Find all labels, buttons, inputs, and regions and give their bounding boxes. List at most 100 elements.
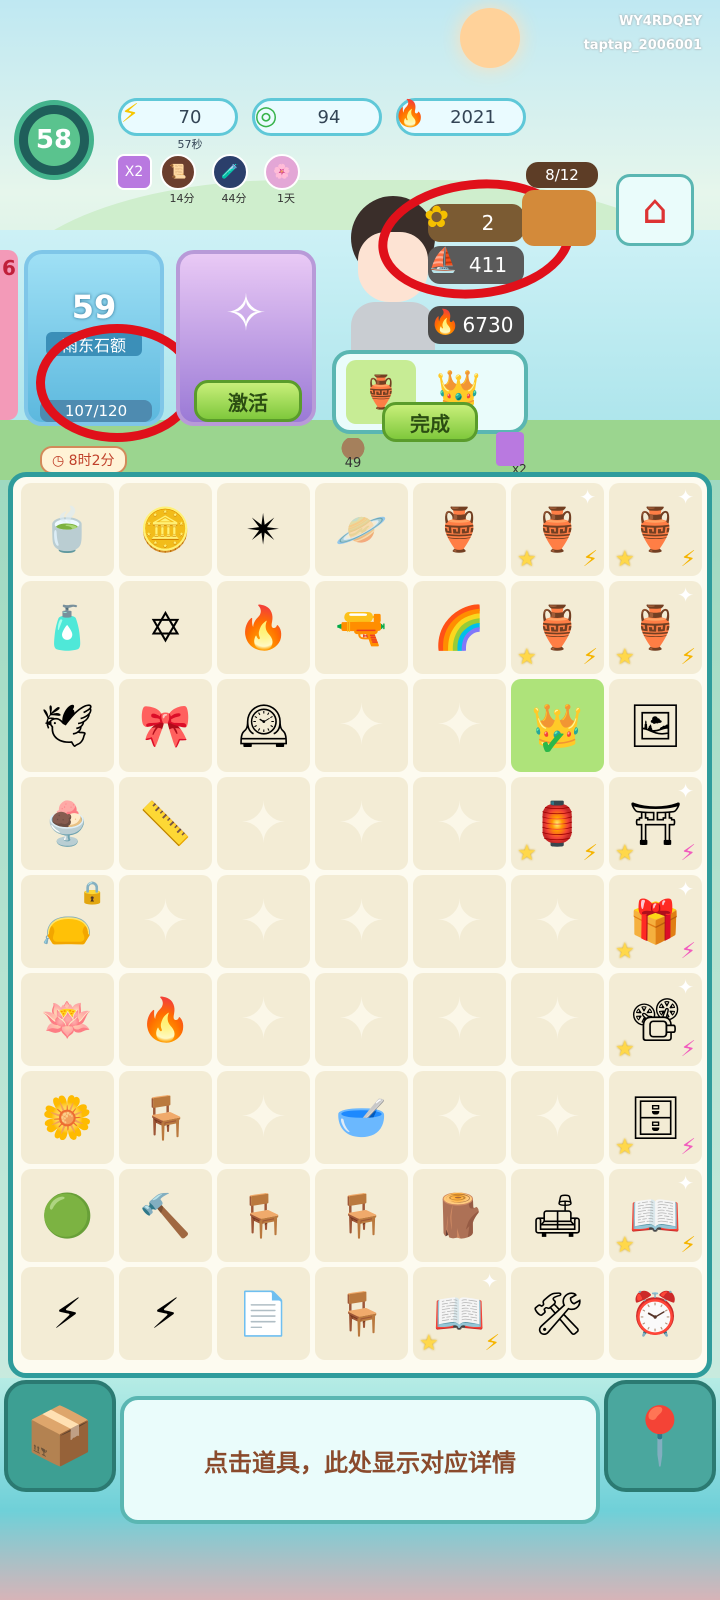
board-cell[interactable]: 🪑 [119, 1071, 212, 1164]
empty-board-cell[interactable] [119, 875, 212, 968]
bagua-clock-icon: 🕰 [236, 700, 291, 750]
empty-board-cell[interactable] [413, 679, 506, 772]
board-cell[interactable]: 🟢 [21, 1169, 114, 1262]
item-info-text: 点击道具，此处显示对应详情 [204, 1448, 516, 1477]
board-cell[interactable]: 🔫 [315, 581, 408, 674]
board-cell[interactable]: ⚡ [21, 1267, 114, 1360]
empty-board-cell[interactable] [413, 973, 506, 1066]
board-cell[interactable]: 🏺 ★ ⚡ [511, 581, 604, 674]
board-cell[interactable]: 🥣 [315, 1071, 408, 1164]
boost-2[interactable]: 🧪 44分 [212, 154, 256, 206]
board-cell[interactable]: 🌼 [21, 1071, 114, 1164]
board-cell[interactable]: 📽 ★ ⚡ ✦ [609, 973, 702, 1066]
empty-board-cell[interactable] [315, 679, 408, 772]
board-cell[interactable]: 📖 ★ ⚡ ✦ [413, 1267, 506, 1360]
spark-badge-icon: ✦ [677, 583, 694, 607]
board-cell[interactable]: 🛠 [511, 1267, 604, 1360]
boost-3[interactable]: 🌸 1天 [264, 154, 308, 206]
board-cell[interactable]: ⛩ ★ ⚡ ✦ [609, 777, 702, 870]
board-cell[interactable]: 🪙 [119, 483, 212, 576]
empty-board-cell[interactable] [315, 973, 408, 1066]
side-card-edge[interactable]: 6 [0, 250, 18, 420]
energy-resource[interactable]: 70 57秒 ⚡ [118, 98, 238, 152]
board-cell[interactable]: 🖼 [609, 679, 702, 772]
empty-board-cell[interactable] [315, 875, 408, 968]
flame-resource[interactable]: 2021 🔥 [394, 98, 526, 136]
porcelain-jar-wine-icon: 🏺 [531, 602, 584, 652]
calendar-card-icon[interactable] [496, 432, 524, 466]
board-cell[interactable]: 🍨 [21, 777, 114, 870]
empty-board-cell[interactable] [413, 1071, 506, 1164]
cardboard-box-icon: 📦 [25, 1404, 95, 1469]
empty-board-cell[interactable] [217, 777, 310, 870]
bolt-badge-icon: ⚡ [582, 645, 598, 670]
spark-badge-icon: ✦ [677, 975, 694, 999]
shop-stall-icon[interactable]: ⌂ [616, 174, 694, 246]
board-cell[interactable]: 🍵 [21, 483, 114, 576]
energy-bolts-icon: ⚡ [52, 1289, 83, 1338]
board-cell[interactable]: ✡ [119, 581, 212, 674]
board-cell[interactable]: 🪑 [315, 1169, 408, 1262]
crystal-planet-icon: 🪐 [335, 504, 388, 554]
empty-board-cell[interactable] [217, 875, 310, 968]
locked-card[interactable]: ✧ 激活 [176, 250, 316, 426]
boost-1[interactable]: 📜 14分 [160, 154, 204, 206]
board-cell[interactable]: 🪐 [315, 483, 408, 576]
board-cell[interactable]: 📄 [217, 1267, 310, 1360]
star-badge-icon: ★ [517, 547, 537, 572]
board-cell[interactable]: 📏 [119, 777, 212, 870]
board-cell[interactable]: 👑 ✔ [511, 679, 604, 772]
board-cell[interactable]: 🔨 [119, 1169, 212, 1262]
board-cell[interactable]: 🕰 [217, 679, 310, 772]
jade-coin-icon: ◎ [254, 101, 278, 131]
board-cell[interactable]: 🏺 ★ ⚡ ✦ [511, 483, 604, 576]
potion-bottle-icon: 🧴 [41, 602, 94, 652]
empty-board-cell[interactable] [217, 973, 310, 1066]
board-cell[interactable]: 🏺 ★ ⚡ ✦ [609, 581, 702, 674]
empty-board-cell[interactable] [511, 1071, 604, 1164]
board-cell[interactable]: 🏺 [413, 483, 506, 576]
board-cell[interactable]: ⚡ [119, 1267, 212, 1360]
pink-bolt-badge-icon: ⚡ [680, 1037, 696, 1062]
empty-board-cell[interactable] [511, 973, 604, 1066]
double-boost-icon[interactable]: X2 [116, 154, 152, 190]
empty-board-cell[interactable] [511, 875, 604, 968]
board-cell[interactable]: 🛋 [511, 1169, 604, 1262]
board-cell[interactable]: 🔥 [217, 581, 310, 674]
flame-counter[interactable]: 🔥 6730 [428, 306, 524, 344]
board-cell[interactable]: 🧴 [21, 581, 114, 674]
board-cell[interactable]: 🗄 ★ ⚡ [609, 1071, 702, 1164]
board-cell[interactable]: 👝 🔒 [21, 875, 114, 968]
board-cell[interactable]: 📖 ★ ⚡ ✦ [609, 1169, 702, 1262]
complete-order-button[interactable]: 完成 [382, 402, 478, 442]
activate-button[interactable]: 激活 [194, 380, 302, 422]
bolt-badge-icon: ⚡ [582, 547, 598, 572]
board-cell[interactable]: 🪵 [413, 1169, 506, 1262]
merge-grid: 🍵🪙✴🪐🏺🏺★⚡✦🏺★⚡✦🧴✡🔥🔫🌈🏺★⚡🏺★⚡✦🕊🎀🕰👑✔🖼🍨📏🏮★⚡⛩★⚡✦… [21, 483, 702, 1360]
empty-board-cell[interactable] [315, 777, 408, 870]
wooden-bench-icon: 🛋 [530, 1190, 585, 1240]
board-cell[interactable]: 🏮 ★ ⚡ [511, 777, 604, 870]
empty-board-cell[interactable] [217, 1071, 310, 1164]
board-cell[interactable]: 🪑 [217, 1169, 310, 1262]
board-cell[interactable]: 🎁 ★ ⚡ ✦ [609, 875, 702, 968]
board-cell[interactable]: 🌈 [413, 581, 506, 674]
board-cell[interactable]: 🕊 [21, 679, 114, 772]
treasure-basket-icon[interactable] [522, 190, 596, 246]
board-cell[interactable]: ⏰ [609, 1267, 702, 1360]
card-timer-text: 8时2分 [68, 453, 115, 469]
player-level-badge[interactable]: 58 [14, 100, 94, 180]
alarm-clock-icon: ⏰ [629, 1288, 682, 1338]
storage-box-button[interactable]: 📦 [4, 1380, 116, 1492]
map-phone-button[interactable]: 📍 [604, 1380, 716, 1492]
board-cell[interactable]: ✴ [217, 483, 310, 576]
board-cell[interactable]: 🔥 [119, 973, 212, 1066]
empty-board-cell[interactable] [413, 777, 506, 870]
empty-board-cell[interactable] [413, 875, 506, 968]
porcelain-jar-wine-icon: 🏺 [629, 504, 682, 554]
board-cell[interactable]: 🎀 [119, 679, 212, 772]
jade-coin-resource[interactable]: 94 ◎ [252, 98, 382, 136]
board-cell[interactable]: 🏺 ★ ⚡ ✦ [609, 483, 702, 576]
board-cell[interactable]: 🪑 [315, 1267, 408, 1360]
board-cell[interactable]: 🪷 [21, 973, 114, 1066]
